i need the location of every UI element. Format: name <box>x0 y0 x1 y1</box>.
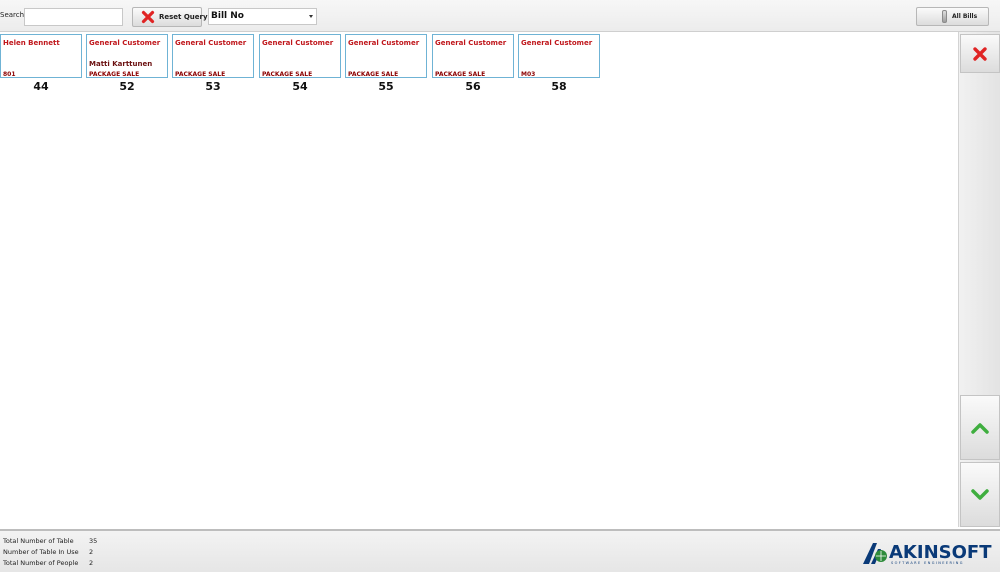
akinsoft-logo: AKINSOFT SOFTWARE ENGINEERING <box>862 541 992 567</box>
chevron-up-icon <box>971 422 989 434</box>
scroll-down-button[interactable] <box>960 462 1000 527</box>
table-customer: General Customer <box>348 39 420 47</box>
reset-query-label: Reset Query <box>159 13 208 21</box>
list-toggle-icon <box>942 10 947 23</box>
reset-query-button[interactable]: Reset Query <box>132 7 208 27</box>
table-code: PACKAGE SALE <box>435 71 486 78</box>
table-card[interactable]: General Customer PACKAGE SALE <box>345 34 427 78</box>
status-footer: Total Number of Table 35 Number of Table… <box>0 529 1000 572</box>
table-number: 58 <box>551 80 567 93</box>
close-x-icon <box>973 46 987 61</box>
stat-label-total-tables: Total Number of Table <box>3 537 74 545</box>
stat-value-tables-in-use: 2 <box>89 548 94 556</box>
table-card[interactable]: General Customer PACKAGE SALE <box>259 34 341 78</box>
stat-label-total-people: Total Number of People <box>3 559 79 567</box>
table-card[interactable]: Helen Bennett 801 <box>0 34 82 78</box>
table-code: M03 <box>521 71 536 78</box>
table-customer: General Customer <box>521 39 593 47</box>
table-customer: General Customer <box>175 39 247 47</box>
table-code: PACKAGE SALE <box>89 71 140 78</box>
stat-value-total-tables: 35 <box>89 537 98 545</box>
chevron-down-icon <box>971 488 989 500</box>
table-number: 44 <box>33 80 49 93</box>
table-customer: Helen Bennett <box>3 39 60 47</box>
logo-mark-icon <box>863 543 887 564</box>
filter-select[interactable]: Bill No <box>208 8 317 25</box>
table-code: PACKAGE SALE <box>348 71 399 78</box>
table-card[interactable]: General Customer M03 <box>518 34 600 78</box>
chevron-down-icon <box>309 15 313 18</box>
logo-subtitle: SOFTWARE ENGINEERING <box>891 561 964 565</box>
app-window: Search Reset Query Bill No All Bills Hel… <box>0 0 1000 572</box>
close-button[interactable] <box>960 34 1000 73</box>
table-number: 53 <box>205 80 221 93</box>
table-code: PACKAGE SALE <box>262 71 313 78</box>
side-panel <box>958 32 1000 527</box>
logo-text: AKINSOFT <box>889 542 992 563</box>
table-customer: General Customer <box>435 39 507 47</box>
stat-value-total-people: 2 <box>89 559 94 567</box>
table-customer: General Customer <box>262 39 334 47</box>
table-card[interactable]: General Customer PACKAGE SALE <box>172 34 254 78</box>
table-grid: Helen Bennett 801 44 General Customer Ma… <box>0 32 958 527</box>
table-number: 55 <box>378 80 394 93</box>
table-customer: General Customer <box>89 39 161 47</box>
table-card[interactable]: General Customer Matti Karttunen PACKAGE… <box>86 34 168 78</box>
scroll-up-button[interactable] <box>960 395 1000 460</box>
table-card[interactable]: General Customer PACKAGE SALE <box>432 34 514 78</box>
search-label: Search <box>0 11 25 19</box>
all-bills-label: All Bills <box>952 13 978 20</box>
top-toolbar: Search Reset Query Bill No All Bills <box>0 0 1000 32</box>
stat-label-tables-in-use: Number of Table In Use <box>3 548 79 556</box>
table-code: 801 <box>3 71 16 78</box>
close-x-icon <box>141 10 155 24</box>
table-number: 56 <box>465 80 481 93</box>
search-input[interactable] <box>24 8 123 26</box>
filter-select-value: Bill No <box>211 11 244 21</box>
table-number: 52 <box>119 80 135 93</box>
table-code: PACKAGE SALE <box>175 71 226 78</box>
table-number: 54 <box>292 80 308 93</box>
table-person: Matti Karttunen <box>89 60 153 68</box>
all-bills-button[interactable]: All Bills <box>916 7 989 26</box>
